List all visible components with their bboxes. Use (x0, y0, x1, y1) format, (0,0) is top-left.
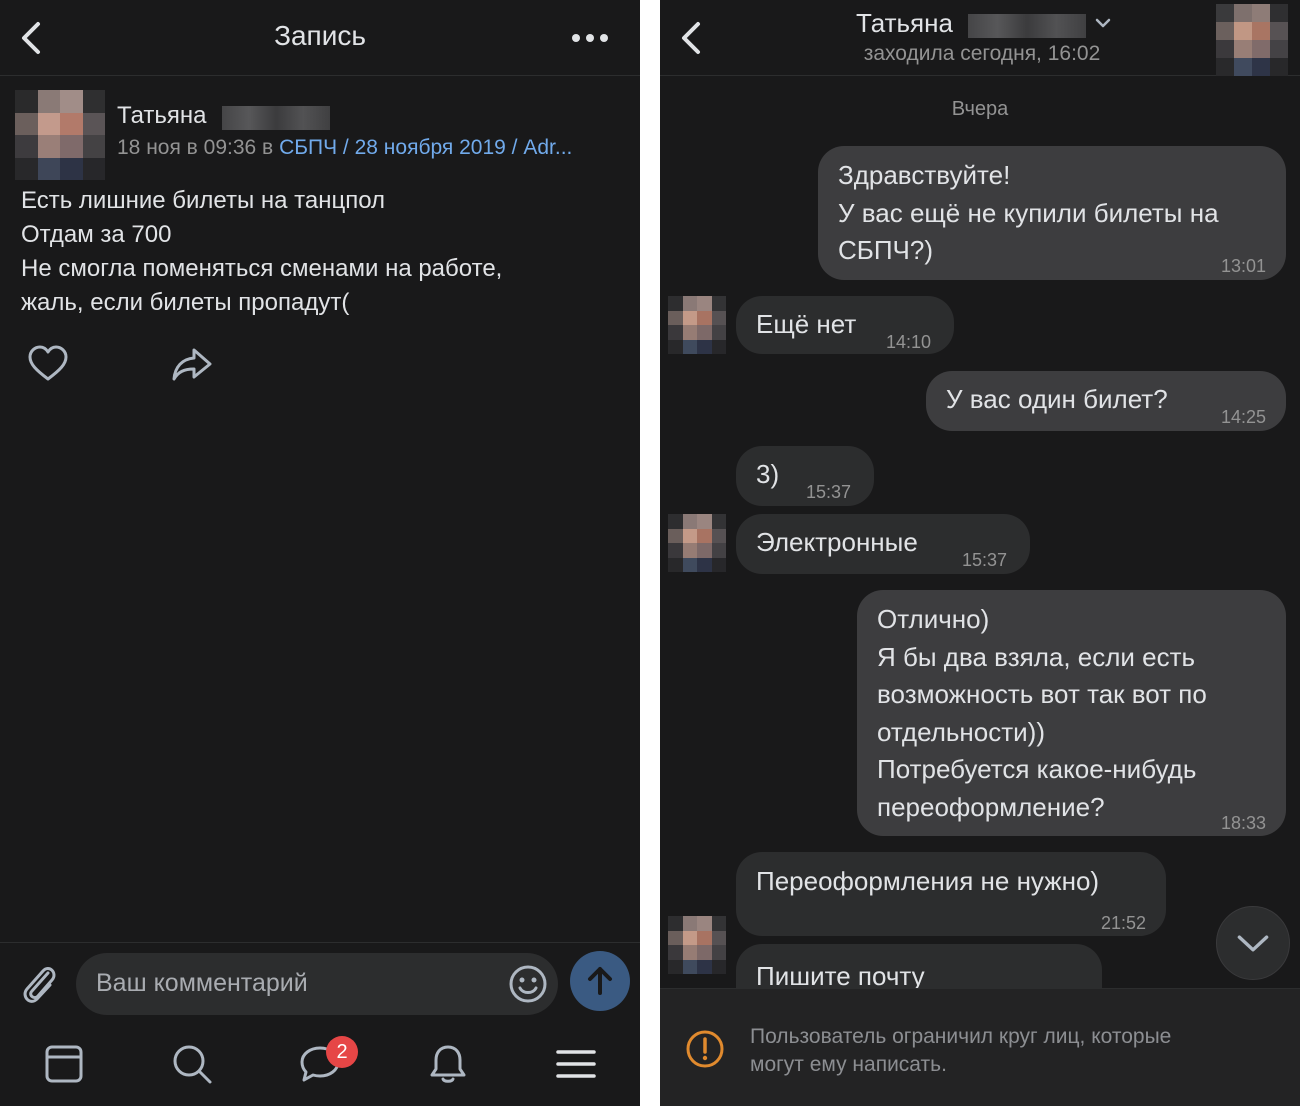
message-text: Электронные (756, 524, 918, 562)
messages-badge: 2 (326, 1036, 358, 1068)
search-icon[interactable] (170, 1042, 214, 1086)
contact-avatar[interactable] (1216, 4, 1288, 76)
like-icon[interactable] (26, 342, 70, 386)
message-bubble-incoming[interactable]: Электронные 15:37 (736, 514, 1030, 574)
date-separator: Вчера (951, 98, 1009, 120)
post-header: Запись (0, 0, 640, 76)
message-bubble-incoming[interactable]: Переоформления не нужно) 21:52 (736, 852, 1166, 936)
message-line: переоформление? (877, 791, 1105, 822)
message-text: 3) (756, 456, 779, 494)
message-bubble-outgoing[interactable]: Здравствуйте! У вас ещё не купили билеты… (818, 146, 1286, 280)
sender-avatar[interactable] (668, 916, 726, 974)
message-line: Переоформления не нужно) (756, 866, 1100, 896)
message-time: 14:10 (886, 332, 932, 352)
restriction-notice: Пользователь ограничил круг лиц, которые… (660, 988, 1300, 1106)
message-time: 15:37 (806, 482, 852, 502)
message-text: Здравствуйте! У вас ещё не купили билеты… (838, 157, 1219, 270)
message-time: 14:25 (1220, 407, 1266, 427)
tab-bar (0, 1024, 640, 1106)
message-bubble-incoming[interactable]: 3) 15:37 (736, 446, 874, 506)
send-button[interactable] (570, 951, 630, 1011)
message-time: 21:52 (1100, 913, 1146, 933)
message-bubble-outgoing[interactable]: Отлично) Я бы два взяла, если есть возмо… (857, 590, 1286, 836)
chat-contact-name[interactable]: Татьяна (856, 8, 953, 39)
scroll-down-button[interactable] (1216, 906, 1290, 980)
chat-screen: Татьяна заходила сегодня, 16:02 Вчера Зд… (660, 0, 1300, 1106)
post-screen: Запись Татьяна 18 ноя в 09:36 в СБПЧ / 2… (0, 0, 640, 1106)
more-icon[interactable] (570, 22, 610, 54)
chevron-down-icon[interactable] (1094, 14, 1112, 32)
paperclip-icon[interactable] (18, 959, 58, 1005)
message-text: У вас один билет? (946, 381, 1168, 419)
post-meta: 18 ноя в 09:36 в СБПЧ / 28 ноября 2019 /… (117, 136, 572, 160)
post-line: Есть лишние билеты на танцпол (21, 187, 386, 214)
comment-input[interactable]: Ваш комментарий (76, 953, 558, 1015)
post-line: Не смогла поменяться сменами на работе, (21, 255, 503, 282)
sender-avatar[interactable] (668, 296, 726, 354)
chat-header: Татьяна заходила сегодня, 16:02 (660, 0, 1300, 76)
bell-icon[interactable] (426, 1042, 470, 1086)
message-bubble-outgoing[interactable]: У вас один билет? 14:25 (926, 371, 1286, 431)
post-date: 18 ноя в 09:36 в (117, 136, 274, 159)
post-text: Есть лишние билеты на танцпол Отдам за 7… (21, 184, 502, 320)
comment-placeholder: Ваш комментарий (96, 969, 308, 997)
send-arrow-icon (588, 967, 612, 995)
post-source-link[interactable]: СБПЧ / 28 ноября 2019 / Adr... (279, 136, 572, 159)
message-bubble-incoming[interactable]: Ещё нет 14:10 (736, 296, 954, 354)
author-avatar[interactable] (15, 90, 105, 180)
message-line: У вас ещё не купили билеты на (838, 197, 1219, 228)
message-line: Ещё нет (756, 309, 857, 339)
message-time: 18:33 (1220, 813, 1266, 833)
author-name[interactable]: Татьяна (117, 102, 207, 130)
chat-contact-status: заходила сегодня, 16:02 (660, 42, 1300, 66)
share-icon[interactable] (170, 342, 214, 386)
blurred-surname (968, 14, 1086, 38)
message-text: Ещё нет (756, 306, 856, 344)
message-line: 3) (756, 459, 780, 489)
message-text: Отлично) Я бы два взяла, если есть возмо… (877, 601, 1207, 826)
message-line: Здравствуйте! (838, 160, 1011, 190)
sender-avatar[interactable] (668, 514, 726, 572)
blurred-surname (222, 106, 330, 130)
menu-icon[interactable] (554, 1042, 598, 1086)
message-line: возможность вот так вот по (877, 679, 1207, 709)
message-line: Я бы два взяла, если есть (877, 641, 1196, 672)
news-icon[interactable] (42, 1042, 86, 1086)
notice-text: Пользователь ограничил круг лиц, которые… (750, 1023, 1171, 1079)
message-text: Переоформления не нужно) (756, 863, 1099, 901)
message-line: СБПЧ?) (838, 235, 933, 265)
notice-line: могут ему написать. (750, 1053, 947, 1076)
message-time: 15:37 (962, 550, 1008, 570)
post-line: жаль, если билеты пропадут( (21, 289, 350, 316)
notice-line: Пользователь ограничил круг лиц, которые (750, 1025, 1172, 1048)
comment-composer: Ваш комментарий (0, 942, 640, 1024)
emoji-icon[interactable] (508, 964, 548, 1004)
warning-icon (686, 1030, 724, 1068)
post-line: Отдам за 700 (21, 221, 172, 248)
chevron-down-icon (1237, 935, 1269, 952)
message-line: Отлично) (877, 604, 990, 634)
message-line: Электронные (756, 527, 918, 557)
last-seen-text: заходила сегодня, 16:02 (863, 42, 1101, 65)
message-line: Потребуется какое-нибудь (877, 754, 1197, 784)
page-title: Запись (274, 20, 366, 51)
message-line: У вас один билет? (946, 384, 1168, 414)
message-line: отдельности)) (877, 716, 1045, 747)
message-time: 13:01 (1220, 256, 1266, 276)
